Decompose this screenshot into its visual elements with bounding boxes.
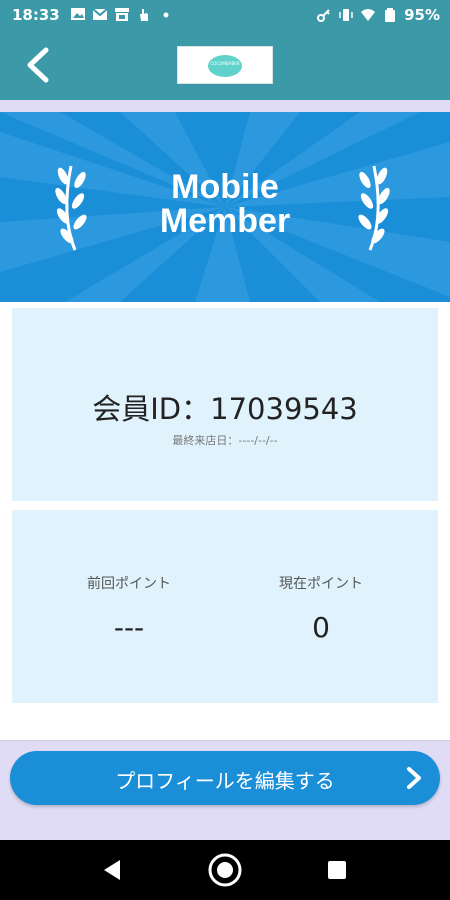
member-content: 会員ID：17039543 最終来店日：----/--/-- 前回ポイント --… [0, 302, 450, 740]
battery-percent: 95% [404, 6, 440, 24]
current-points-value: 0 [312, 611, 330, 644]
member-id-label: 会員ID： [92, 392, 211, 426]
points-panel: 前回ポイント --- 現在ポイント 0 [12, 510, 438, 703]
system-nav-bar [0, 840, 450, 900]
previous-points: 前回ポイント --- [54, 573, 204, 644]
app-logo: COCOMEMBER [177, 46, 273, 84]
status-right-icons: 95% [316, 6, 440, 24]
previous-points-value: --- [113, 611, 145, 644]
action-area: プロフィールを編集する [0, 740, 450, 840]
triangle-back-icon[interactable] [100, 858, 124, 882]
chevron-right-icon [407, 767, 421, 789]
vibrate-icon [339, 9, 353, 21]
current-points: 現在ポイント 0 [246, 573, 396, 644]
key-icon [317, 9, 330, 22]
last-visit-value: ----/--/-- [238, 434, 278, 447]
logo-mark [208, 55, 242, 77]
laurel-right-icon [358, 165, 390, 251]
battery-icon [385, 8, 396, 22]
edit-profile-button[interactable]: プロフィールを編集する [10, 751, 440, 805]
last-visit: 最終来店日：----/--/-- [12, 432, 438, 448]
banner-title-line2: Member [159, 202, 291, 240]
square-recents-icon[interactable] [327, 860, 347, 880]
divider-strip [0, 100, 450, 112]
banner-title-line1: Mobile [171, 168, 279, 206]
laurel-left-icon [55, 165, 87, 251]
app-header: COCOMEMBER [0, 30, 450, 100]
last-visit-label: 最終来店日： [172, 434, 239, 447]
image-icon [71, 8, 85, 20]
circle-home-icon[interactable] [207, 852, 243, 888]
wifi-icon [361, 9, 376, 21]
banner-title: Mobile Member [100, 170, 350, 238]
member-id-value: 17039543 [210, 392, 358, 426]
status-left-icons [70, 6, 174, 22]
membership-banner: Mobile Member [0, 112, 450, 302]
store-icon [115, 8, 129, 21]
hand-icon [140, 9, 148, 21]
logo-text: COCOMEMBER [210, 61, 240, 66]
current-points-label: 現在ポイント [279, 576, 363, 592]
status-time: 18:33 [12, 6, 60, 24]
previous-points-label: 前回ポイント [87, 576, 171, 592]
status-bar: 18:33 95% [0, 0, 450, 30]
dot-icon [163, 12, 169, 18]
edit-profile-label: プロフィールを編集する [115, 769, 335, 793]
member-id-panel: 会員ID：17039543 最終来店日：----/--/-- [12, 308, 438, 501]
chevron-left-icon[interactable] [20, 44, 56, 86]
member-id: 会員ID：17039543 [12, 386, 438, 428]
gmail-icon [92, 8, 108, 20]
